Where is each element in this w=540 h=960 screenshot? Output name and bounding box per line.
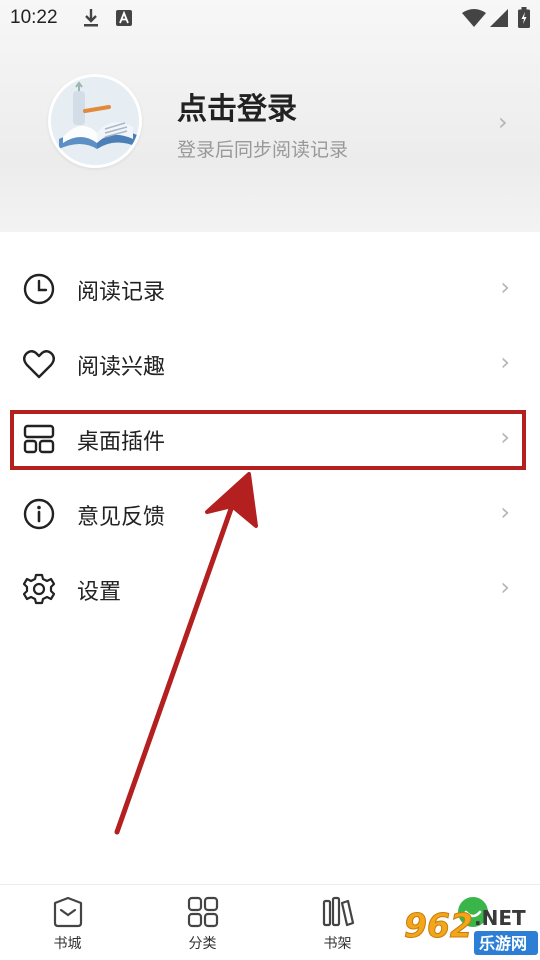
menu-item-settings[interactable]: 设置 › [0, 552, 540, 626]
svg-text:乐游网: 乐游网 [479, 934, 527, 953]
nav-label: 分类 [188, 936, 217, 952]
clock-icon [23, 273, 55, 305]
nav-bookstore[interactable]: 书城 [0, 885, 135, 960]
chevron-right-icon: › [500, 348, 510, 376]
signal-icon [490, 9, 508, 27]
watermark-logo: 962 .NET 乐游网 [404, 906, 538, 955]
menu-item-reading-interests[interactable]: 阅读兴趣 › [0, 327, 540, 401]
download-icon [84, 9, 98, 27]
chevron-right-icon: › [500, 273, 510, 301]
wifi-icon [462, 9, 486, 27]
nav-label: 书城 [53, 936, 82, 952]
svg-text:962: 962 [404, 906, 473, 945]
avatar[interactable] [48, 74, 142, 168]
heart-icon [23, 350, 55, 379]
login-title[interactable]: 点击登录 [177, 84, 297, 128]
menu-item-reading-history[interactable]: 阅读记录 › [0, 252, 540, 326]
a-icon [116, 10, 132, 26]
status-bar: 10:22 [0, 0, 540, 36]
menu-label: 阅读记录 [77, 280, 166, 305]
login-subtitle: 登录后同步阅读记录 [177, 139, 349, 161]
chevron-right-icon: › [500, 573, 510, 601]
status-time: 10:22 [10, 7, 58, 28]
profile-chevron-icon[interactable]: › [498, 108, 508, 136]
chevron-right-icon: › [500, 498, 510, 526]
menu-label: 阅读兴趣 [77, 355, 166, 380]
category-grid-icon [187, 896, 218, 928]
nav-label: 书架 [323, 936, 352, 952]
battery-icon [518, 7, 530, 28]
bookshelf-icon [322, 896, 354, 927]
gear-icon [22, 573, 56, 605]
info-icon [23, 498, 55, 530]
menu-item-feedback[interactable]: 意见反馈 › [0, 477, 540, 551]
nav-category[interactable]: 分类 [135, 885, 270, 960]
highlight-box [10, 410, 526, 470]
menu-label: 意见反馈 [77, 505, 166, 530]
menu-label: 设置 [77, 580, 122, 605]
nav-bookshelf[interactable]: 书架 [270, 885, 405, 960]
svg-text:.NET: .NET [474, 906, 526, 930]
bookstore-icon [53, 896, 82, 928]
